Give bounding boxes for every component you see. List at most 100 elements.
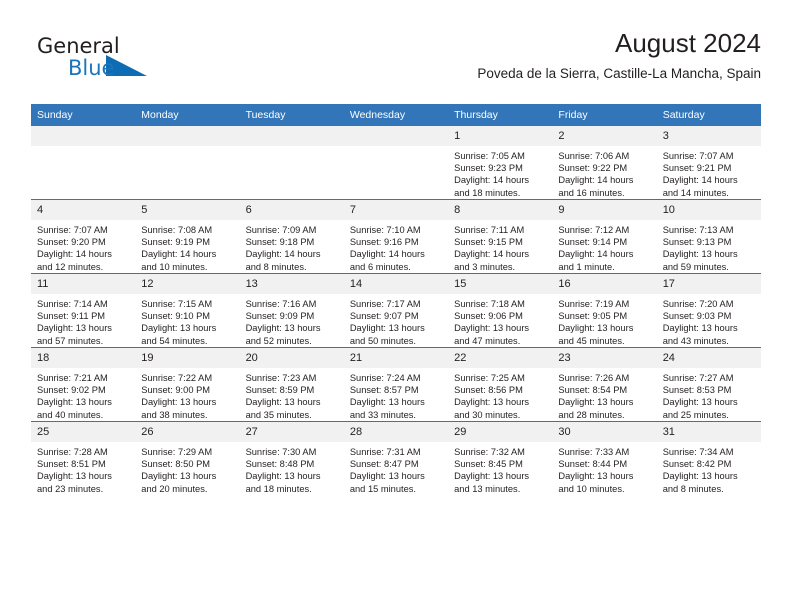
calendar-grid: Sunday Monday Tuesday Wednesday Thursday… bbox=[31, 104, 761, 495]
calendar-day-cell[interactable]: 21 Sunrise: 7:24 AM Sunset: 8:57 PM Dayligh… bbox=[343, 347, 449, 422]
day-number: 15 bbox=[448, 274, 553, 294]
daylight-text-line1: Daylight: 14 hours bbox=[558, 249, 634, 260]
calendar-day-cell-empty bbox=[31, 126, 136, 200]
daylight-text-line2: and 54 minutes. bbox=[141, 335, 208, 346]
day-number: 7 bbox=[343, 200, 449, 220]
day-number: 24 bbox=[656, 348, 761, 368]
sunrise-text: Sunrise: 7:15 AM bbox=[141, 299, 213, 309]
calendar-page: General Blue August 2024 Poveda de la Si… bbox=[0, 0, 792, 612]
calendar-day-cell[interactable]: 3 Sunrise: 7:07 AM Sunset: 9:21 PM Daylight… bbox=[656, 126, 761, 200]
day-number: 25 bbox=[31, 422, 136, 442]
day-number: 9 bbox=[552, 200, 657, 220]
weekday-header-tuesday: Tuesday bbox=[239, 104, 344, 126]
sunset-text: Sunset: 9:03 PM bbox=[662, 311, 732, 322]
day-number: 19 bbox=[135, 348, 240, 368]
day-sun-info: Sunrise: 7:15 AM Sunset: 9:10 PM Daylight:… bbox=[135, 294, 239, 347]
day-number bbox=[135, 126, 240, 146]
sunset-text: Sunset: 9:20 PM bbox=[37, 237, 106, 248]
day-number: 23 bbox=[552, 348, 657, 368]
calendar-day-cell[interactable]: 22 Sunrise: 7:25 AM Sunset: 8:56 PM Dayligh… bbox=[448, 347, 553, 422]
sunset-text: Sunset: 9:21 PM bbox=[662, 163, 732, 174]
daylight-text-line2: and 57 minutes. bbox=[37, 335, 104, 346]
calendar-day-cell[interactable]: 30 Sunrise: 7:33 AM Sunset: 8:44 PM Dayligh… bbox=[552, 421, 657, 495]
sunrise-text: Sunrise: 7:24 AM bbox=[349, 373, 421, 383]
sunset-text: Sunset: 9:11 PM bbox=[37, 311, 106, 322]
sunrise-text: Sunrise: 7:17 AM bbox=[349, 299, 421, 309]
day-number: 5 bbox=[135, 200, 240, 220]
day-sun-info: Sunrise: 7:14 AM Sunset: 9:11 PM Daylight:… bbox=[31, 294, 135, 347]
day-number: 18 bbox=[31, 348, 136, 368]
sunrise-text: Sunrise: 7:20 AM bbox=[662, 299, 734, 309]
daylight-text-line1: Daylight: 13 hours bbox=[662, 471, 738, 482]
day-sun-info: Sunrise: 7:29 AM Sunset: 8:50 PM Daylight:… bbox=[135, 442, 239, 495]
daylight-text-line1: Daylight: 14 hours bbox=[454, 175, 530, 186]
calendar-day-cell[interactable]: 11 Sunrise: 7:14 AM Sunset: 9:11 PM Dayligh… bbox=[31, 273, 136, 348]
calendar-day-cell[interactable]: 6 Sunrise: 7:09 AM Sunset: 9:18 PM Daylight… bbox=[239, 199, 344, 274]
calendar-day-cell[interactable]: 5 Sunrise: 7:08 AM Sunset: 9:19 PM Daylight… bbox=[135, 199, 240, 274]
daylight-text-line1: Daylight: 13 hours bbox=[37, 471, 112, 482]
calendar-day-cell[interactable]: 8 Sunrise: 7:11 AM Sunset: 9:15 PM Daylight… bbox=[448, 199, 553, 274]
calendar-day-cell[interactable]: 20 Sunrise: 7:23 AM Sunset: 8:59 PM Dayligh… bbox=[239, 347, 344, 422]
calendar-day-cell[interactable]: 28 Sunrise: 7:31 AM Sunset: 8:47 PM Dayligh… bbox=[343, 421, 449, 495]
sunrise-text: Sunrise: 7:33 AM bbox=[558, 447, 630, 457]
sunrise-text: Sunrise: 7:09 AM bbox=[245, 225, 317, 235]
day-number: 2 bbox=[552, 126, 657, 146]
calendar-day-cell[interactable]: 19 Sunrise: 7:22 AM Sunset: 9:00 PM Dayligh… bbox=[135, 347, 240, 422]
sunrise-text: Sunrise: 7:06 AM bbox=[558, 151, 630, 161]
calendar-day-cell[interactable]: 17 Sunrise: 7:20 AM Sunset: 9:03 PM Dayligh… bbox=[656, 273, 761, 348]
day-sun-info: Sunrise: 7:07 AM Sunset: 9:20 PM Daylight:… bbox=[31, 220, 135, 273]
daylight-text-line2: and 6 minutes. bbox=[349, 261, 411, 272]
calendar-day-cell[interactable]: 1 Sunrise: 7:05 AM Sunset: 9:23 PM Daylight… bbox=[448, 126, 553, 200]
day-number: 3 bbox=[656, 126, 761, 146]
calendar-day-cell[interactable]: 15 Sunrise: 7:18 AM Sunset: 9:06 PM Dayligh… bbox=[448, 273, 553, 348]
daylight-text-line2: and 50 minutes. bbox=[349, 335, 416, 346]
day-number: 16 bbox=[552, 274, 657, 294]
calendar-day-cell[interactable]: 16 Sunrise: 7:19 AM Sunset: 9:05 PM Dayligh… bbox=[552, 273, 657, 348]
calendar-day-cell[interactable]: 27 Sunrise: 7:30 AM Sunset: 8:48 PM Dayligh… bbox=[239, 421, 344, 495]
daylight-text-line2: and 33 minutes. bbox=[349, 409, 416, 420]
daylight-text-line1: Daylight: 13 hours bbox=[662, 323, 738, 334]
calendar-day-cell[interactable]: 13 Sunrise: 7:16 AM Sunset: 9:09 PM Dayligh… bbox=[239, 273, 344, 348]
daylight-text-line2: and 23 minutes. bbox=[37, 483, 104, 494]
calendar-day-cell[interactable]: 2 Sunrise: 7:06 AM Sunset: 9:22 PM Daylight… bbox=[552, 126, 657, 200]
calendar-day-cell[interactable]: 18 Sunrise: 7:21 AM Sunset: 9:02 PM Dayligh… bbox=[31, 347, 136, 422]
weekday-header-sunday: Sunday bbox=[31, 104, 136, 126]
calendar-day-cell[interactable]: 24 Sunrise: 7:27 AM Sunset: 8:53 PM Dayligh… bbox=[656, 347, 761, 422]
calendar-day-cell[interactable]: 4 Sunrise: 7:07 AM Sunset: 9:20 PM Daylight… bbox=[31, 199, 136, 274]
calendar-day-cell[interactable]: 12 Sunrise: 7:15 AM Sunset: 9:10 PM Dayligh… bbox=[135, 273, 240, 348]
sunrise-text: Sunrise: 7:14 AM bbox=[37, 299, 108, 309]
calendar-day-cell[interactable]: 25 Sunrise: 7:28 AM Sunset: 8:51 PM Dayligh… bbox=[31, 421, 136, 495]
sunset-text: Sunset: 9:10 PM bbox=[141, 311, 211, 322]
day-number: 22 bbox=[448, 348, 553, 368]
calendar-day-cell[interactable]: 7 Sunrise: 7:10 AM Sunset: 9:16 PM Daylight… bbox=[343, 199, 449, 274]
calendar-week-row: 25 Sunrise: 7:28 AM Sunset: 8:51 PM Dayligh… bbox=[31, 421, 761, 495]
sunset-text: Sunset: 8:53 PM bbox=[662, 385, 732, 396]
calendar-day-cell[interactable]: 23 Sunrise: 7:26 AM Sunset: 8:54 PM Dayligh… bbox=[552, 347, 657, 422]
day-number: 20 bbox=[239, 348, 344, 368]
daylight-text-line2: and 13 minutes. bbox=[454, 483, 521, 494]
calendar-day-cell[interactable]: 10 Sunrise: 7:13 AM Sunset: 9:13 PM Dayligh… bbox=[656, 199, 761, 274]
day-sun-info: Sunrise: 7:33 AM Sunset: 8:44 PM Daylight:… bbox=[552, 442, 656, 495]
sunrise-text: Sunrise: 7:30 AM bbox=[245, 447, 317, 457]
calendar-day-cell[interactable]: 26 Sunrise: 7:29 AM Sunset: 8:50 PM Dayligh… bbox=[135, 421, 240, 495]
day-sun-info: Sunrise: 7:25 AM Sunset: 8:56 PM Daylight:… bbox=[448, 368, 552, 421]
calendar-day-cell-empty bbox=[343, 126, 449, 200]
calendar-day-cell[interactable]: 14 Sunrise: 7:17 AM Sunset: 9:07 PM Dayligh… bbox=[343, 273, 449, 348]
sunset-text: Sunset: 8:48 PM bbox=[245, 459, 315, 470]
daylight-text-line1: Daylight: 13 hours bbox=[454, 397, 530, 408]
sunset-text: Sunset: 9:07 PM bbox=[349, 311, 419, 322]
sunset-text: Sunset: 9:09 PM bbox=[245, 311, 315, 322]
calendar-day-cell[interactable]: 31 Sunrise: 7:34 AM Sunset: 8:42 PM Dayligh… bbox=[656, 421, 761, 495]
daylight-text-line1: Daylight: 13 hours bbox=[245, 323, 321, 334]
calendar-day-cell[interactable]: 29 Sunrise: 7:32 AM Sunset: 8:45 PM Dayligh… bbox=[448, 421, 553, 495]
general-blue-logo[interactable]: General Blue bbox=[37, 34, 177, 90]
calendar-day-cell-empty bbox=[135, 126, 240, 200]
calendar-day-cell[interactable]: 9 Sunrise: 7:12 AM Sunset: 9:14 PM Daylight… bbox=[552, 199, 657, 274]
daylight-text-line1: Daylight: 13 hours bbox=[245, 471, 321, 482]
daylight-text-line2: and 18 minutes. bbox=[245, 483, 312, 494]
sunrise-text: Sunrise: 7:29 AM bbox=[141, 447, 213, 457]
daylight-text-line2: and 40 minutes. bbox=[37, 409, 104, 420]
day-number: 26 bbox=[135, 422, 240, 442]
day-number: 13 bbox=[239, 274, 344, 294]
daylight-text-line2: and 10 minutes. bbox=[558, 483, 625, 494]
